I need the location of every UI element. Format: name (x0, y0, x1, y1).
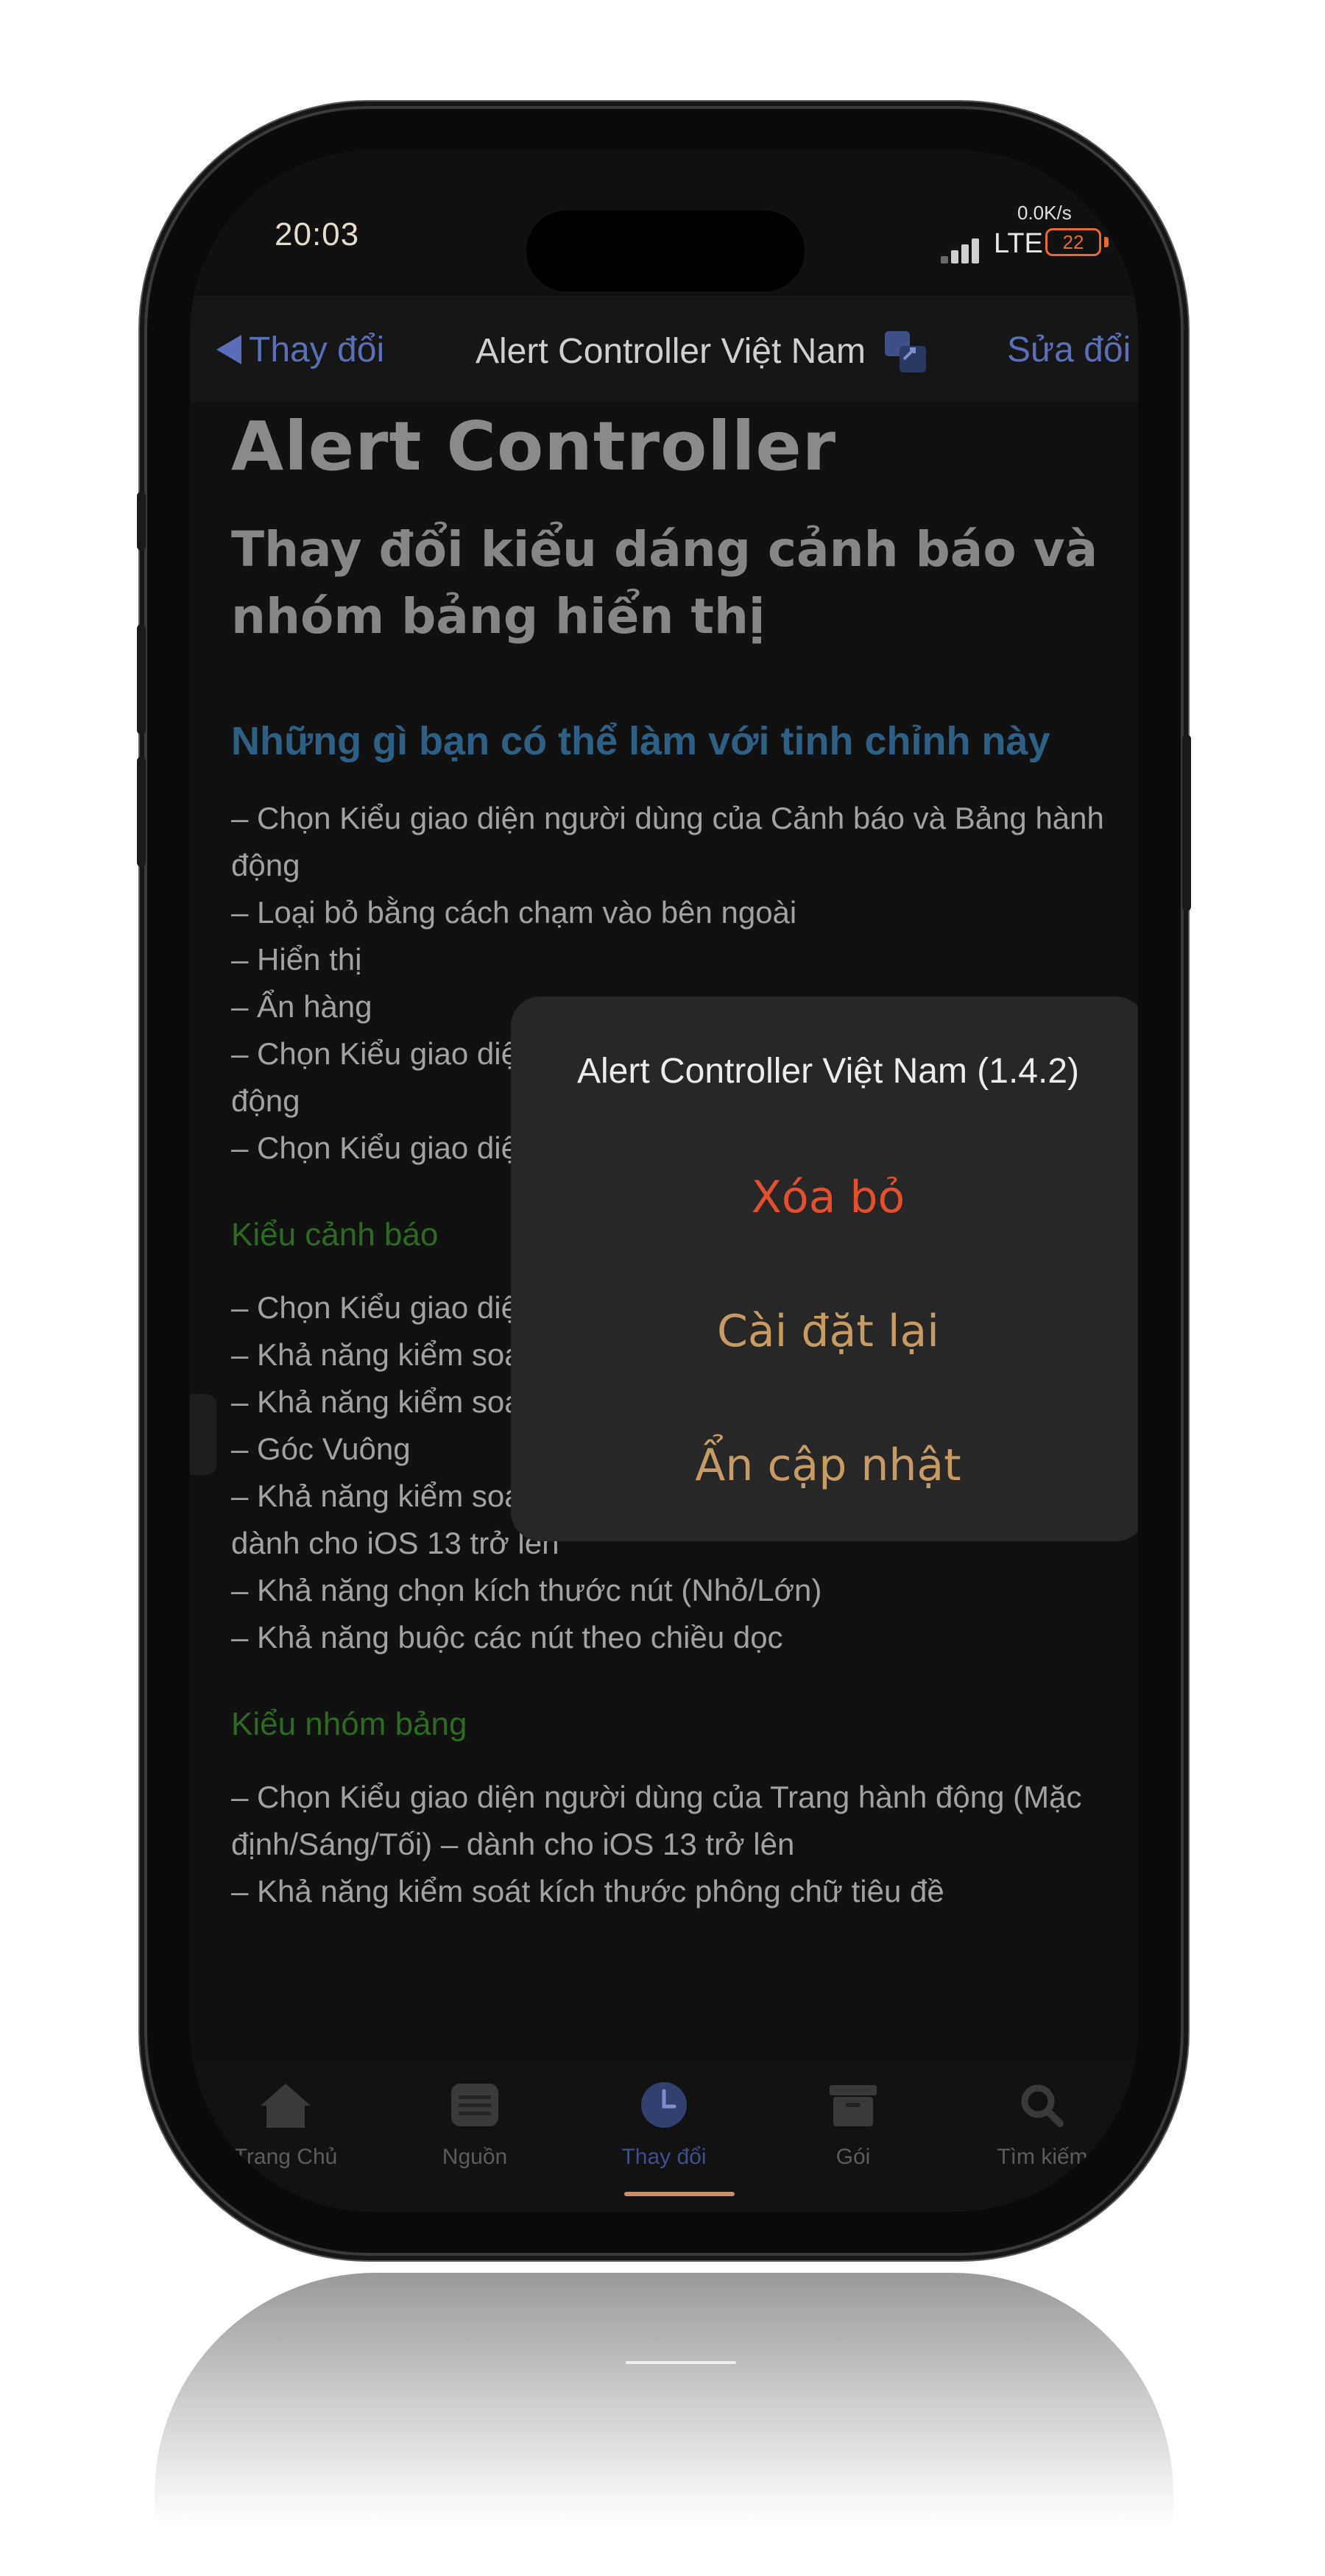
tab-label: Thay đổi (621, 2145, 707, 2169)
navigation-bar: Thay đổi Alert Controller Việt Nam Sửa đ… (190, 296, 1138, 402)
phone-frame: 20:03 0.0K/s LTE 22 Thay đổi Alert Contr… (137, 109, 1191, 2253)
reinstall-button[interactable]: Cài đặt lại (511, 1306, 1138, 1357)
battery-level: 22 (1062, 231, 1084, 253)
tab-label: Nguồn (442, 2145, 508, 2169)
tab-bar: Trang Chủ Nguồn Thay đổi Gói Tìm kiếm (190, 2060, 1138, 2212)
home-indicator[interactable] (624, 2192, 735, 2196)
back-label: Thay đổi (249, 330, 385, 369)
back-arrow-icon (216, 335, 241, 365)
package-subtitle: Thay đổi kiểu dáng cảnh báo và nhóm bảng… (231, 521, 1098, 645)
dynamic-island (526, 210, 805, 291)
alert-dialog: Alert Controller Việt Nam (1.4.2) Xóa bỏ… (511, 997, 1138, 1541)
hide-update-button[interactable]: Ẩn cập nhật (511, 1440, 1138, 1491)
tab-changes[interactable]: Thay đổi (583, 2081, 745, 2170)
list-item: – Khả năng kiểm soát kích thước phông ch… (231, 1873, 944, 1908)
mute-switch (137, 492, 146, 551)
tab-label: Trang Chủ (233, 2145, 338, 2169)
tab-home[interactable]: Trang Chủ (205, 2081, 367, 2170)
tab-packages[interactable]: Gói (772, 2081, 934, 2170)
reflection-home-indicator (626, 2361, 736, 2364)
page-title: Alert Controller Việt Nam (476, 332, 866, 371)
package-title: Alert Controller (231, 407, 837, 486)
sheet-style-list: – Chọn Kiểu giao diện người dùng của Tra… (231, 1774, 1114, 1915)
delete-button[interactable]: Xóa bỏ (511, 1172, 1138, 1223)
status-time: 20:03 (275, 216, 360, 252)
edit-button[interactable]: Sửa đổi (1007, 330, 1131, 370)
network-type: LTE (994, 228, 1043, 259)
battery-cap (1104, 237, 1109, 247)
alert-title: Alert Controller Việt Nam (1.4.2) (576, 1052, 1080, 1091)
clock-icon (641, 2082, 687, 2128)
list-item: – Khả năng buộc các nút theo chiều dọc (231, 1619, 783, 1655)
tab-label: Tìm kiếm (997, 2145, 1088, 2169)
tab-sources[interactable]: Nguồn (394, 2081, 556, 2170)
power-button (1182, 735, 1191, 911)
house-icon (261, 2084, 311, 2128)
list-item: – Khả năng chọn kích thước nút (Nhỏ/Lớn) (231, 1572, 822, 1607)
box-icon (830, 2085, 877, 2126)
list-item: – Chọn Kiểu giao diện người dùng của Tra… (231, 1779, 1082, 1861)
side-drawer-handle[interactable] (190, 1394, 216, 1475)
app-screen: 20:03 0.0K/s LTE 22 Thay đổi Alert Contr… (190, 150, 1138, 2212)
battery-icon: 22 (1045, 228, 1101, 256)
signal-icon (941, 237, 983, 263)
network-speed: 0.0K/s (1017, 202, 1072, 224)
back-button[interactable]: Thay đổi (216, 330, 384, 370)
section-heading-sheet-style: Kiểu nhóm bảng (231, 1705, 467, 1742)
sources-icon (451, 2084, 498, 2126)
section-heading-features: Những gì bạn có thể làm với tinh chỉnh n… (231, 719, 1050, 764)
volume-up-button (137, 624, 146, 735)
list-item: – Chọn Kiểu giao diện người dùng của Cản… (231, 801, 1104, 883)
tab-label: Gói (835, 2145, 871, 2169)
list-item: – Loại bỏ bằng cách chạm vào bên ngoài (231, 895, 797, 930)
tweak-icon (885, 331, 926, 372)
volume-down-button (137, 757, 146, 867)
search-icon (1021, 2084, 1064, 2127)
phone-reflection (155, 2273, 1173, 2567)
tab-search[interactable]: Tìm kiếm (961, 2081, 1123, 2170)
list-item: – Hiển thị (231, 942, 362, 977)
